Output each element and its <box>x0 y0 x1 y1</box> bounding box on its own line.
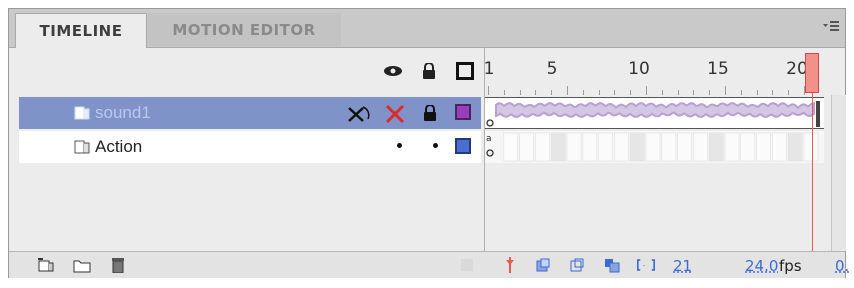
ruler-tick <box>503 90 505 95</box>
ruler-tick <box>567 86 568 95</box>
ruler-tick <box>788 90 790 95</box>
tab-timeline[interactable]: TIMELINE <box>15 13 147 48</box>
layer-name[interactable]: sound1 <box>95 103 151 123</box>
ruler-tick <box>614 90 616 95</box>
ruler-tick <box>725 86 726 95</box>
layer-header[interactable]: sound1 <box>19 97 481 129</box>
layer-row-sound1[interactable]: sound1 <box>9 97 845 129</box>
ruler-label-10: 10 <box>628 59 650 79</box>
layer-divider <box>484 47 485 257</box>
center-frame-icon[interactable] <box>501 257 519 273</box>
elapsed-time[interactable]: 0. <box>835 257 849 275</box>
playhead-line <box>812 93 813 253</box>
svg-text:a: a <box>486 134 492 144</box>
layer-frames-action[interactable]: a <box>484 131 824 163</box>
empty-layer-area <box>19 165 481 251</box>
tab-bar: TIMELINE MOTION EDITOR <box>9 9 845 48</box>
new-folder-icon[interactable] <box>73 257 91 273</box>
timeline-panel: TIMELINE MOTION EDITOR 1 5 10 15 20 soun… <box>8 8 849 278</box>
onion-skin-outlines-icon[interactable] <box>569 257 587 273</box>
frame-ruler[interactable]: 1 5 10 15 20 <box>484 47 824 95</box>
new-layer-icon[interactable] <box>37 257 55 273</box>
ruler-label-1: 1 <box>483 59 495 79</box>
ruler-label-15: 15 <box>707 59 729 79</box>
outline-icon[interactable] <box>455 61 475 81</box>
timeline-footer: · 21 24.0 fps 0. <box>9 251 849 278</box>
frame-rate[interactable]: 24.0 <box>745 257 778 275</box>
svg-text:·: · <box>643 260 646 270</box>
ruler-tick <box>740 90 742 95</box>
modify-markers-icon[interactable]: · <box>637 257 655 273</box>
eye-icon[interactable] <box>383 61 403 81</box>
ruler-tick <box>630 90 632 95</box>
hidden-x-icon[interactable] <box>384 103 406 125</box>
layer-name[interactable]: Action <box>95 137 142 157</box>
ruler-tick <box>693 90 695 95</box>
layer-icon <box>74 106 90 120</box>
layer-frames-sound1[interactable] <box>484 97 824 129</box>
layer-header[interactable]: Action <box>19 131 481 163</box>
edit-multiple-frames-icon[interactable] <box>603 257 621 273</box>
current-frame[interactable]: 21 <box>673 257 692 275</box>
playhead[interactable] <box>805 53 819 93</box>
ruler-tick <box>756 90 758 95</box>
panel-menu-icon[interactable] <box>823 19 839 33</box>
visible-dot[interactable] <box>397 143 402 148</box>
ruler-tick <box>709 90 711 95</box>
ruler-tick <box>772 90 774 95</box>
fps-unit: fps <box>779 257 802 275</box>
sound-edit-icon <box>348 106 370 122</box>
onion-skin-icon[interactable] <box>535 257 553 273</box>
ruler-tick <box>551 90 553 95</box>
scroll-left-icon[interactable] <box>461 259 473 271</box>
ruler-tick <box>582 90 584 95</box>
layer-row-action[interactable]: Action a <box>9 131 845 163</box>
action-keyframe: a <box>484 131 819 163</box>
outline-color-swatch[interactable] <box>455 104 471 120</box>
ruler-tick <box>598 90 600 95</box>
trash-icon[interactable] <box>109 257 127 273</box>
ruler-tick <box>535 90 537 95</box>
timeline-header: 1 5 10 15 20 <box>9 47 845 95</box>
ruler-tick <box>519 90 521 95</box>
ruler-tick <box>488 86 489 95</box>
ruler-label-5: 5 <box>546 59 558 79</box>
vertical-scrollbar[interactable] <box>831 95 846 251</box>
ruler-tick <box>661 90 663 95</box>
unlocked-dot[interactable] <box>433 143 438 148</box>
ruler-tick <box>677 90 679 95</box>
ruler-tick <box>646 86 647 95</box>
outline-color-swatch[interactable] <box>455 138 471 154</box>
lock-icon[interactable] <box>423 105 437 121</box>
tab-motion-editor[interactable]: MOTION EDITOR <box>147 13 341 46</box>
lock-icon[interactable] <box>419 61 439 81</box>
sound-waveform <box>486 101 820 127</box>
layer-icon <box>74 140 90 154</box>
